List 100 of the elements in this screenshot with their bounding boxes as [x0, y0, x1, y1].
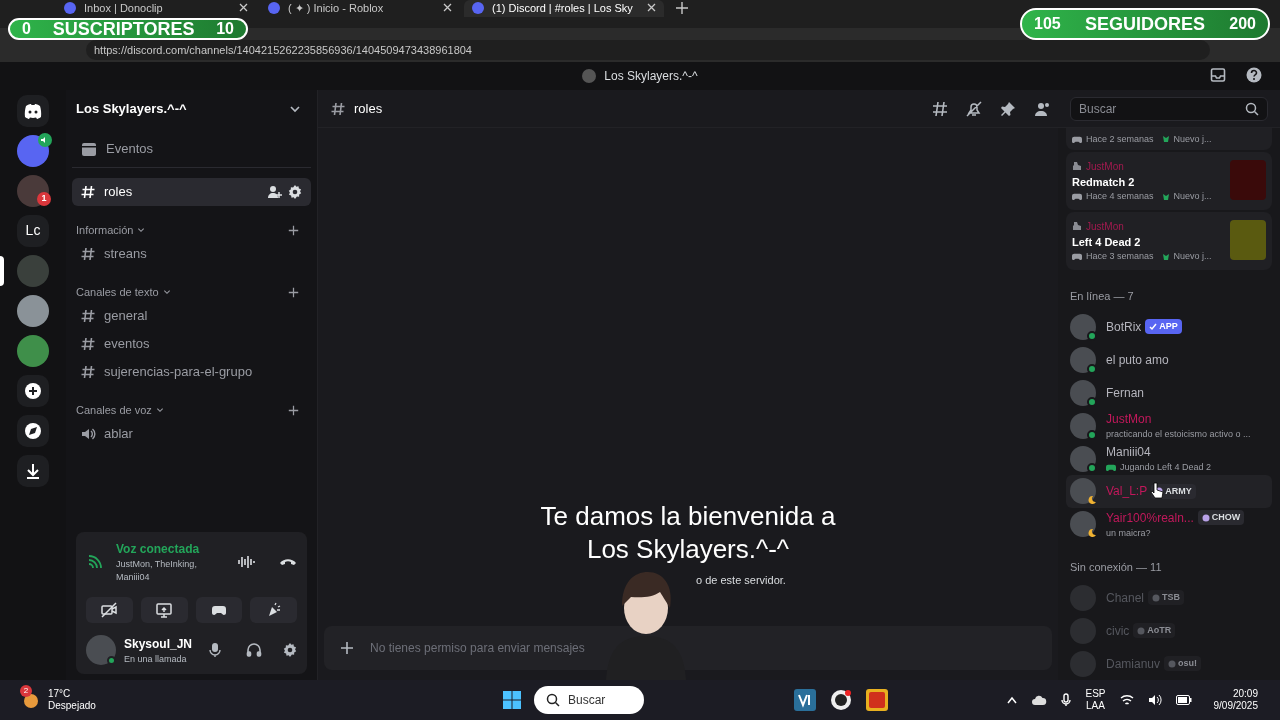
- keyboard-layout[interactable]: LAA: [1086, 700, 1105, 712]
- microphone-icon[interactable]: [1061, 693, 1072, 707]
- server-avatar[interactable]: [17, 334, 49, 367]
- channel-item[interactable]: roles: [72, 178, 311, 206]
- server-button[interactable]: Lc: [17, 214, 49, 247]
- member-item[interactable]: el puto amo: [1066, 343, 1272, 377]
- discord-icon[interactable]: [17, 94, 49, 127]
- member-tag: osu!: [1164, 656, 1202, 672]
- chevron-icon[interactable]: [289, 103, 301, 115]
- chevron-icon[interactable]: [155, 406, 164, 414]
- disconnect-icon[interactable]: [279, 556, 297, 568]
- voice-control-button[interactable]: [250, 596, 297, 623]
- member-avatar: [1070, 478, 1096, 505]
- chevron-icon[interactable]: [162, 288, 171, 296]
- settings-icon[interactable]: [282, 642, 299, 659]
- plus-icon[interactable]: [340, 641, 354, 655]
- app-icon[interactable]: [794, 689, 816, 711]
- weather-icon[interactable]: [22, 691, 40, 709]
- volume-icon[interactable]: [1147, 694, 1162, 706]
- events-link[interactable]: Eventos: [106, 138, 153, 159]
- channel-item[interactable]: streans: [72, 240, 311, 268]
- counter-goal: 200: [1229, 14, 1256, 34]
- activity-card[interactable]: JustMon Left 4 Dead 2 Hace 3 semanas Nuevo j...: [1066, 212, 1272, 270]
- close-icon[interactable]: [443, 3, 452, 12]
- recorder-icon[interactable]: [830, 689, 852, 711]
- category-header[interactable]: Información: [76, 221, 134, 239]
- headphones-icon[interactable]: [246, 642, 263, 659]
- activity-card[interactable]: Hace 2 semanas Nuevo j...: [1066, 128, 1272, 150]
- new-game-icon: [1161, 252, 1170, 261]
- voice-status: Voz conectada: [116, 540, 201, 558]
- browser-tab[interactable]: ( ✦ ) Inicio - Roblox: [260, 0, 460, 17]
- address-bar[interactable]: https://discord.com/channels/1404215262235856936/1404509473438961804: [86, 40, 1210, 60]
- member-item[interactable]: civic AoTR: [1066, 614, 1272, 648]
- member-item[interactable]: Damianuv osu!: [1066, 647, 1272, 680]
- windows-start-icon[interactable]: [502, 690, 522, 710]
- camera-off-icon: [101, 601, 118, 618]
- clock-time[interactable]: 20:09: [1232, 688, 1258, 700]
- close-icon[interactable]: [647, 3, 656, 12]
- member-item[interactable]: Chanel TSB: [1066, 581, 1272, 615]
- help-icon[interactable]: [1246, 67, 1262, 83]
- browser-tab[interactable]: Inbox | Donoclip: [56, 0, 256, 17]
- member-name: el puto amo: [1106, 351, 1169, 369]
- member-item[interactable]: JustMon practicando el estoicismo activo o ...: [1066, 409, 1272, 443]
- member-item[interactable]: Maniii04 Jugando Left 4 Dead 2: [1066, 442, 1272, 476]
- server-avatar[interactable]: [17, 294, 49, 327]
- language[interactable]: ESP: [1085, 688, 1106, 700]
- favicon-icon: [64, 2, 76, 14]
- gamepad-icon: [1072, 134, 1082, 144]
- chevron-icon[interactable]: [137, 226, 146, 234]
- user-avatar: [86, 635, 116, 666]
- compass-icon[interactable]: [17, 414, 49, 447]
- game-title: Left 4 Dead 2: [1072, 234, 1142, 250]
- member-item[interactable]: BotRix APP: [1066, 310, 1272, 344]
- search-icon: [546, 693, 560, 707]
- inbox-icon[interactable]: [1210, 67, 1226, 83]
- guild-tag-icon: [1201, 513, 1210, 522]
- add-icon[interactable]: [288, 286, 299, 298]
- group-header: Sin conexión — 11: [1069, 559, 1163, 575]
- channel-item[interactable]: eventos: [72, 330, 311, 358]
- members-icon[interactable]: [1034, 100, 1052, 117]
- cloud-icon[interactable]: [1031, 695, 1048, 705]
- settings-icon[interactable]: [287, 184, 303, 200]
- browser-tab[interactable]: (1) Discord | #roles | Los Sky: [464, 0, 664, 17]
- member-item[interactable]: Fernan: [1066, 376, 1272, 410]
- new-tab-icon[interactable]: [676, 2, 688, 14]
- battery-icon[interactable]: [1175, 695, 1192, 705]
- voice-control-button[interactable]: [195, 596, 243, 623]
- threads-icon[interactable]: [932, 100, 948, 117]
- channel-item[interactable]: general: [72, 302, 311, 330]
- wifi-icon[interactable]: [1119, 694, 1134, 706]
- chevron-up-icon[interactable]: [1007, 696, 1018, 704]
- add-server-icon[interactable]: [17, 374, 49, 407]
- activity-card[interactable]: JustMon Redmatch 2 Hace 4 semanas Nuevo j...: [1066, 152, 1272, 210]
- server-name[interactable]: Los Skylayers.^-^: [76, 99, 187, 119]
- tab-title: ( ✦ ) Inicio - Roblox: [288, 2, 385, 15]
- invite-icon[interactable]: [267, 184, 283, 200]
- channel-item[interactable]: ablar: [72, 420, 311, 448]
- download-icon[interactable]: [17, 454, 49, 487]
- member-avatar: [1070, 412, 1096, 439]
- microphone-icon[interactable]: [208, 642, 223, 659]
- pin-icon[interactable]: [1000, 100, 1016, 117]
- member-name: JustMon: [1106, 410, 1152, 428]
- voice-control-button[interactable]: [140, 596, 188, 623]
- add-icon[interactable]: [288, 224, 299, 236]
- activity-time: Hace 2 semanas: [1086, 132, 1154, 146]
- waveform-icon[interactable]: [237, 554, 255, 570]
- server-avatar[interactable]: [17, 174, 49, 207]
- taskbar-search[interactable]: Buscar: [534, 686, 644, 714]
- clock-date[interactable]: 9/09/2025: [1213, 700, 1258, 712]
- speaker-icon: [80, 426, 96, 442]
- add-icon[interactable]: [288, 404, 299, 416]
- member-item[interactable]: Yair100%realn... CHOW un maicra?: [1066, 507, 1272, 541]
- voice-control-button[interactable]: [86, 596, 133, 623]
- bell-off-icon[interactable]: [966, 100, 982, 117]
- channel-item[interactable]: sujerencias-para-el-grupo: [72, 358, 311, 386]
- member-item[interactable]: Val_L:P ARMY: [1066, 475, 1272, 508]
- search-field[interactable]: Buscar: [1070, 96, 1268, 121]
- category-header[interactable]: Canales de voz: [76, 401, 152, 419]
- close-icon[interactable]: [239, 3, 248, 12]
- category-header[interactable]: Canales de texto: [76, 283, 159, 301]
